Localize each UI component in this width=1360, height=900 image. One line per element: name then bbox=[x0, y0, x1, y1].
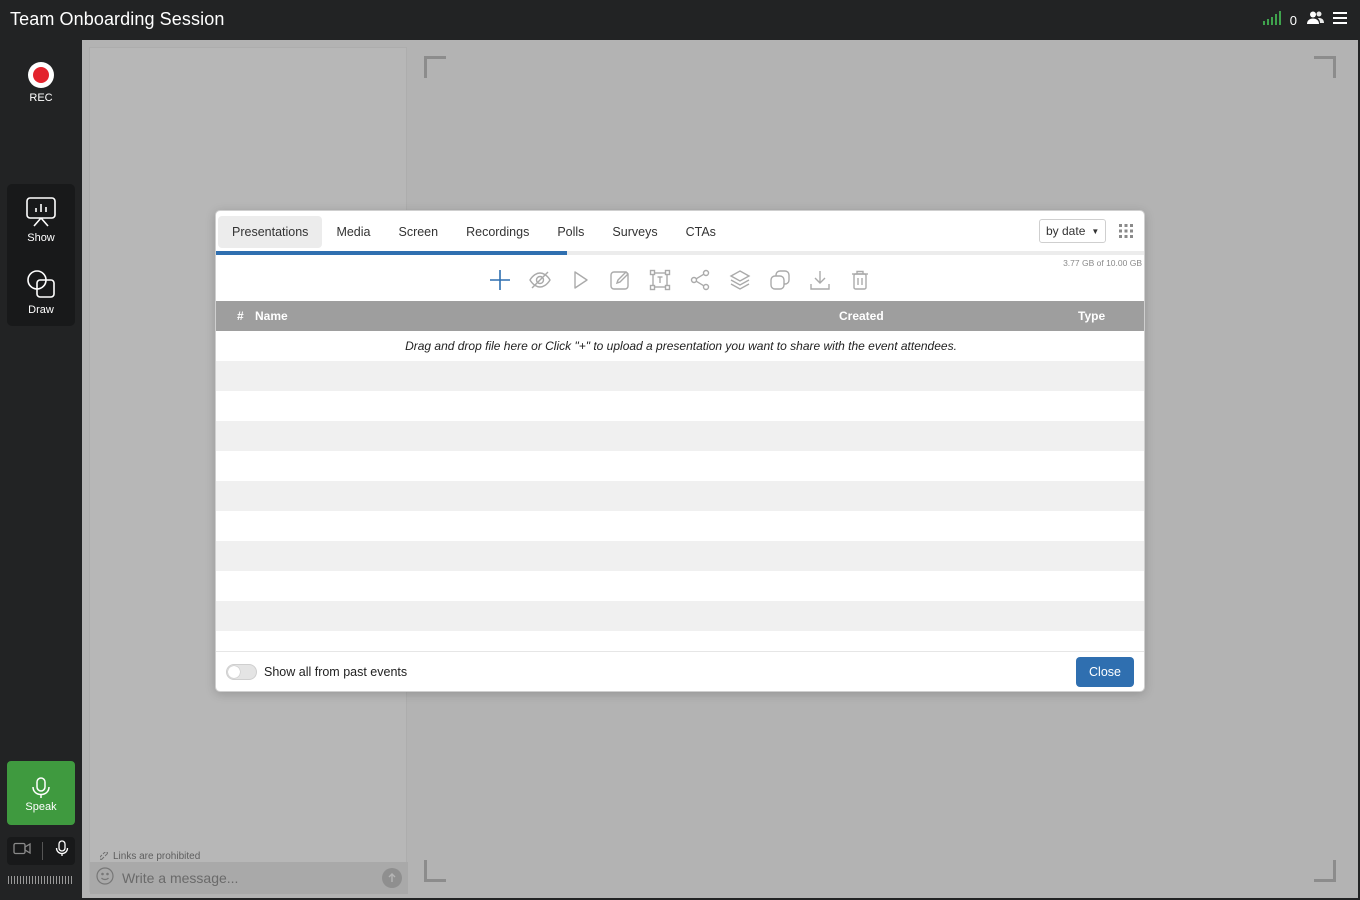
hamburger-icon[interactable] bbox=[1332, 11, 1348, 30]
sort-value: by date bbox=[1046, 224, 1086, 238]
speak-label: Speak bbox=[25, 801, 57, 813]
table-row bbox=[216, 451, 1144, 481]
tab-surveys[interactable]: Surveys bbox=[598, 216, 671, 248]
top-bar: Team Onboarding Session 0 bbox=[0, 0, 1360, 40]
tab-recordings[interactable]: Recordings bbox=[452, 216, 543, 248]
table-row bbox=[216, 421, 1144, 451]
chat-input-row bbox=[90, 862, 408, 894]
column-created[interactable]: Created bbox=[839, 309, 884, 323]
storage-usage-fill bbox=[216, 251, 567, 255]
viewport-corner-top-left bbox=[424, 56, 446, 78]
speak-button[interactable]: Speak bbox=[7, 761, 75, 825]
presentation-toolbar bbox=[488, 268, 872, 292]
table-row bbox=[216, 481, 1144, 511]
record-button[interactable]: REC bbox=[17, 62, 65, 104]
microphone-icon bbox=[32, 777, 50, 798]
column-name[interactable]: Name bbox=[255, 309, 288, 323]
chat-message-input[interactable] bbox=[122, 866, 374, 890]
record-icon bbox=[28, 62, 54, 88]
layers-icon[interactable] bbox=[728, 268, 752, 292]
tab-polls[interactable]: Polls bbox=[543, 216, 598, 248]
tab-screen[interactable]: Screen bbox=[384, 216, 452, 248]
storage-usage-bar bbox=[216, 251, 1144, 255]
tab-presentations[interactable]: Presentations bbox=[218, 216, 323, 248]
table-header: # Name Created Type bbox=[216, 301, 1144, 331]
links-note: Links are prohibited bbox=[100, 851, 200, 862]
draw-label: Draw bbox=[28, 304, 54, 316]
table-row bbox=[216, 571, 1144, 601]
viewport-corner-bottom-right bbox=[1314, 860, 1336, 882]
play-icon[interactable] bbox=[568, 268, 592, 292]
toggle-knob bbox=[228, 666, 240, 678]
show-label: Show bbox=[27, 232, 55, 244]
table-row bbox=[216, 541, 1144, 571]
content-manager-modal: Presentations Media Screen Recordings Po… bbox=[215, 210, 1145, 692]
copy-icon[interactable] bbox=[768, 268, 792, 292]
close-button[interactable]: Close bbox=[1076, 657, 1134, 687]
show-button[interactable]: Show bbox=[7, 196, 75, 244]
table-row bbox=[216, 601, 1144, 631]
camera-icon[interactable] bbox=[13, 842, 31, 860]
viewport-corner-bottom-left bbox=[424, 860, 446, 882]
plus-icon[interactable] bbox=[488, 268, 512, 292]
record-label: REC bbox=[29, 92, 53, 104]
sort-select[interactable]: by date ▼ bbox=[1039, 219, 1106, 243]
trash-icon[interactable] bbox=[848, 268, 872, 292]
modal-footer: Show all from past events Close bbox=[216, 651, 1144, 691]
column-number[interactable]: # bbox=[237, 309, 244, 323]
shapes-icon bbox=[27, 270, 55, 298]
links-note-text: Links are prohibited bbox=[113, 851, 201, 862]
draw-button[interactable]: Draw bbox=[7, 268, 75, 316]
emoji-icon[interactable] bbox=[96, 866, 114, 890]
people-icon[interactable] bbox=[1307, 11, 1324, 30]
microphone-toggle-icon[interactable] bbox=[55, 840, 69, 862]
table-row bbox=[216, 511, 1144, 541]
past-events-toggle-label[interactable]: Show all from past events bbox=[264, 665, 407, 679]
top-right-controls: 0 bbox=[1262, 11, 1348, 30]
send-arrow-icon bbox=[388, 873, 396, 882]
share-icon[interactable] bbox=[688, 268, 712, 292]
storage-usage-text: 3.77 GB of 10.00 GB bbox=[1063, 258, 1142, 268]
link-icon bbox=[100, 852, 108, 860]
eye-off-icon[interactable] bbox=[528, 268, 552, 292]
resize-icon[interactable] bbox=[648, 268, 672, 292]
presentation-list[interactable] bbox=[216, 331, 1144, 661]
column-type[interactable]: Type bbox=[1078, 309, 1105, 323]
table-row bbox=[216, 391, 1144, 421]
caret-down-icon: ▼ bbox=[1091, 226, 1100, 236]
left-rail: REC Show Draw Speak bbox=[0, 40, 82, 900]
empty-upload-message: Drag and drop file here or Click "+" to … bbox=[405, 339, 957, 353]
content-tabs: Presentations Media Screen Recordings Po… bbox=[218, 216, 730, 248]
download-icon[interactable] bbox=[808, 268, 832, 292]
viewport-corner-top-right bbox=[1314, 56, 1336, 78]
signal-bars-icon bbox=[1262, 11, 1282, 30]
tab-ctas[interactable]: CTAs bbox=[672, 216, 730, 248]
media-controls bbox=[7, 837, 75, 865]
event-title: Team Onboarding Session bbox=[10, 9, 225, 29]
media-divider bbox=[42, 842, 44, 860]
tab-media[interactable]: Media bbox=[322, 216, 384, 248]
send-button[interactable] bbox=[382, 868, 402, 888]
past-events-toggle[interactable] bbox=[226, 664, 257, 680]
participant-count: 0 bbox=[1289, 13, 1297, 28]
stage-tools: Show Draw bbox=[7, 184, 75, 326]
audio-level-meter bbox=[8, 876, 74, 884]
grid-view-icon[interactable] bbox=[1118, 223, 1134, 244]
edit-icon[interactable] bbox=[608, 268, 632, 292]
presentation-board-icon bbox=[26, 197, 56, 227]
table-row bbox=[216, 361, 1144, 391]
